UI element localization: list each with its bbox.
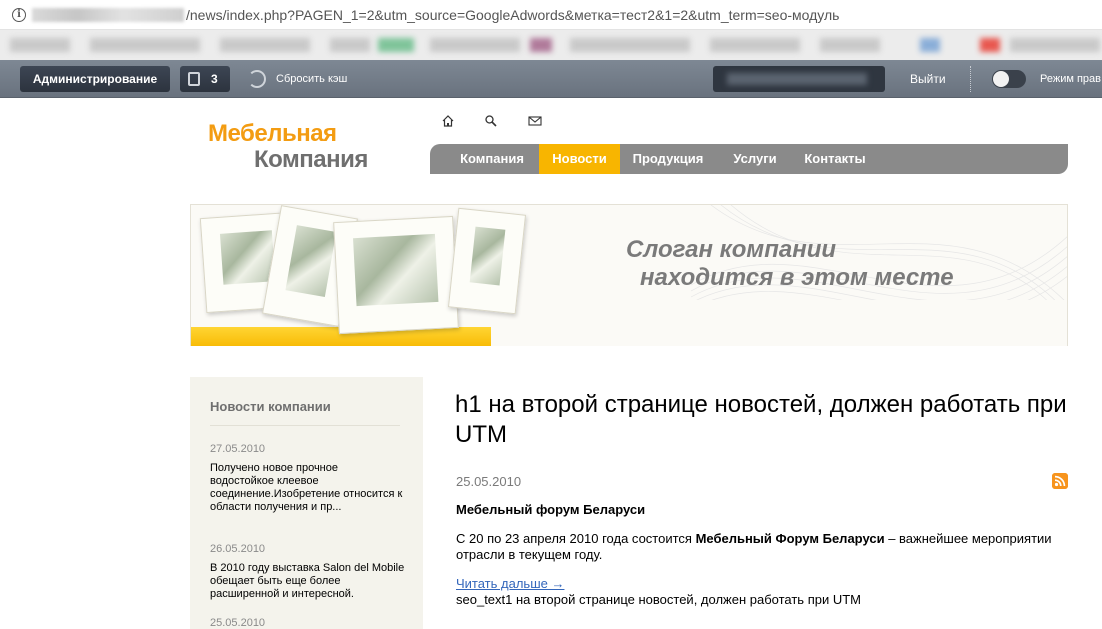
news-date: 25.05.2010 <box>456 474 522 489</box>
home-icon[interactable] <box>441 114 455 128</box>
notifications-count: 3 <box>211 72 218 86</box>
administration-button[interactable]: Администрирование <box>20 66 170 92</box>
nav-item-services[interactable]: Услуги <box>720 144 790 174</box>
address-bar[interactable]: i /news/index.php?PAGEN_1=2&utm_source=G… <box>0 0 1102 30</box>
sidebar-news-link[interactable]: Получено новое прочное водостойкое клеев… <box>210 462 405 514</box>
divider <box>970 66 971 92</box>
seo-text: seo_text1 на второй странице новостей, д… <box>456 592 861 607</box>
sidebar-news-date: 25.05.2010 <box>210 617 266 629</box>
news-preview-bold: Мебельный Форум Беларуси <box>695 531 885 546</box>
nav-item-contacts[interactable]: Контакты <box>794 144 876 174</box>
banner-photo-3 <box>333 215 459 335</box>
info-icon[interactable]: i <box>12 8 26 22</box>
bookmarks-bar <box>0 30 1102 60</box>
edit-mode-toggle[interactable] <box>992 70 1026 88</box>
sidebar-news-date: 26.05.2010 <box>210 543 266 555</box>
sidebar-news: Новости компании 27.05.2010 Получено нов… <box>190 377 423 629</box>
read-more-link[interactable]: Читать дальше → <box>456 576 564 591</box>
logo-line2[interactable]: Компания <box>254 146 368 174</box>
search-icon[interactable] <box>484 114 498 128</box>
notifications-button[interactable]: 3 <box>180 66 230 92</box>
nav-item-products[interactable]: Продукция <box>622 144 714 174</box>
slogan-line1: Слоган компании <box>626 236 837 263</box>
reset-cache-label: Сбросить кэш <box>276 73 348 85</box>
sidebar-news-date: 27.05.2010 <box>210 443 266 455</box>
nav-item-company[interactable]: Компания <box>446 144 538 174</box>
mail-icon[interactable] <box>528 114 542 128</box>
admin-panel: Администрирование 3 Сбросить кэш Выйти Р… <box>0 60 1102 98</box>
sidebar-news-link[interactable]: В 2010 году выставка Salon del Mobile об… <box>210 562 405 601</box>
news-preview-text: С 20 по 23 апреля 2010 года состоится <box>456 531 696 546</box>
slogan-line2: находится в этом месте <box>640 264 954 291</box>
nav-item-news[interactable]: Новости <box>539 144 620 174</box>
divider <box>210 425 400 426</box>
user-name-blurred[interactable] <box>713 66 885 92</box>
logo-line1[interactable]: Мебельная <box>208 120 337 148</box>
blurred-host <box>32 8 184 22</box>
main-navigation: Компания Новости Продукция Услуги Контак… <box>430 144 1068 174</box>
url-text[interactable]: /news/index.php?PAGEN_1=2&utm_source=Goo… <box>186 7 839 23</box>
news-preview: С 20 по 23 апреля 2010 года состоится Ме… <box>456 531 1066 563</box>
rss-icon[interactable] <box>1052 473 1068 489</box>
banner-curve <box>491 300 1067 346</box>
logout-link[interactable]: Выйти <box>910 66 946 92</box>
refresh-icon <box>248 70 266 88</box>
notification-icon <box>188 72 200 86</box>
banner-photo-4 <box>447 207 527 315</box>
news-title: Мебельный форум Беларуси <box>456 502 646 517</box>
sidebar-title: Новости компании <box>210 399 331 414</box>
edit-mode-label: Режим прав <box>1040 73 1102 85</box>
page-title: h1 на второй странице новостей, должен р… <box>455 391 1067 448</box>
